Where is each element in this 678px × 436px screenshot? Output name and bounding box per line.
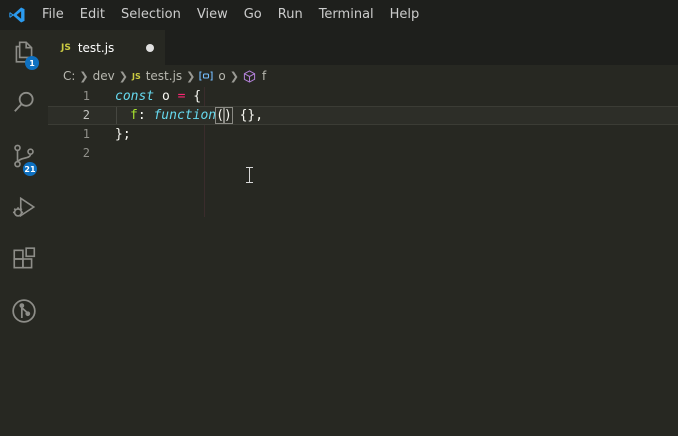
menu-go[interactable]: Go <box>236 0 270 30</box>
menu-view[interactable]: View <box>189 0 236 30</box>
breadcrumb-drive[interactable]: C: <box>63 69 75 83</box>
menu-help[interactable]: Help <box>382 0 428 30</box>
method-cube-icon <box>243 69 256 83</box>
line-number: 2 <box>82 108 90 122</box>
code-line[interactable]: 1 const o = { <box>48 87 678 106</box>
menu-run[interactable]: Run <box>270 0 311 30</box>
search-icon <box>11 89 37 119</box>
menu-terminal[interactable]: Terminal <box>311 0 382 30</box>
run-debug-icon <box>11 194 37 224</box>
variable-symbol-icon <box>199 71 213 81</box>
line-number: 1 <box>82 127 90 141</box>
menu-edit[interactable]: Edit <box>72 0 113 30</box>
tab-test-js[interactable]: JS test.js <box>48 30 165 65</box>
breadcrumb-property-label: f <box>261 69 267 83</box>
source-control-badge: 21 <box>23 162 37 176</box>
vscode-logo-icon <box>0 0 34 30</box>
code-text: }; <box>115 127 131 142</box>
explorer-badge: 1 <box>25 56 39 70</box>
breadcrumb-variable[interactable]: o <box>199 69 226 83</box>
extensions-icon <box>11 246 37 276</box>
code-editor[interactable]: 1 const o = { 2 f: function() {}, 1 }; 2 <box>48 87 678 436</box>
activity-extensions[interactable] <box>0 237 48 285</box>
line-number: 2 <box>82 146 90 160</box>
activity-source-control[interactable]: 21 <box>0 134 48 182</box>
activity-search[interactable] <box>0 80 48 128</box>
code-line[interactable]: 2 <box>48 144 678 163</box>
menu-file[interactable]: File <box>34 0 72 30</box>
code-text: const o = { <box>115 89 202 104</box>
breadcrumb-variable-label: o <box>218 69 226 83</box>
tab-bar: JS test.js <box>48 30 678 65</box>
indent-guide <box>116 107 117 124</box>
code-line[interactable]: 1 }; <box>48 125 678 144</box>
breadcrumb-file[interactable]: JS test.js <box>132 69 182 83</box>
activity-explorer[interactable]: 1 <box>0 30 48 78</box>
activity-git-graph[interactable] <box>0 289 48 337</box>
breadcrumb: C: ❯ dev ❯ JS test.js ❯ o ❯ f <box>48 65 678 87</box>
javascript-file-icon: JS <box>61 42 71 53</box>
chevron-right-icon: ❯ <box>79 69 89 83</box>
javascript-file-icon: JS <box>131 71 141 81</box>
activity-bar: 1 21 <box>0 30 48 436</box>
breadcrumb-property[interactable]: f <box>243 69 266 83</box>
code-text: f: function() {}, <box>130 107 264 124</box>
menu-selection[interactable]: Selection <box>113 0 189 30</box>
chevron-right-icon: ❯ <box>186 69 196 83</box>
line-number: 1 <box>82 89 90 103</box>
code-line-current[interactable]: 2 f: function() {}, <box>48 106 678 125</box>
menu-bar: File Edit Selection View Go Run Terminal… <box>34 0 427 30</box>
title-bar: File Edit Selection View Go Run Terminal… <box>0 0 678 30</box>
tab-label: test.js <box>77 40 115 55</box>
breadcrumb-folder[interactable]: dev <box>93 69 115 83</box>
breadcrumb-file-label: test.js <box>145 69 183 83</box>
activity-run-debug[interactable] <box>0 185 48 233</box>
git-graph-icon <box>11 298 37 328</box>
text-cursor-icon <box>245 167 254 183</box>
unsaved-dot-icon[interactable] <box>146 44 154 52</box>
chevron-right-icon: ❯ <box>229 69 239 83</box>
chevron-right-icon: ❯ <box>118 69 128 83</box>
